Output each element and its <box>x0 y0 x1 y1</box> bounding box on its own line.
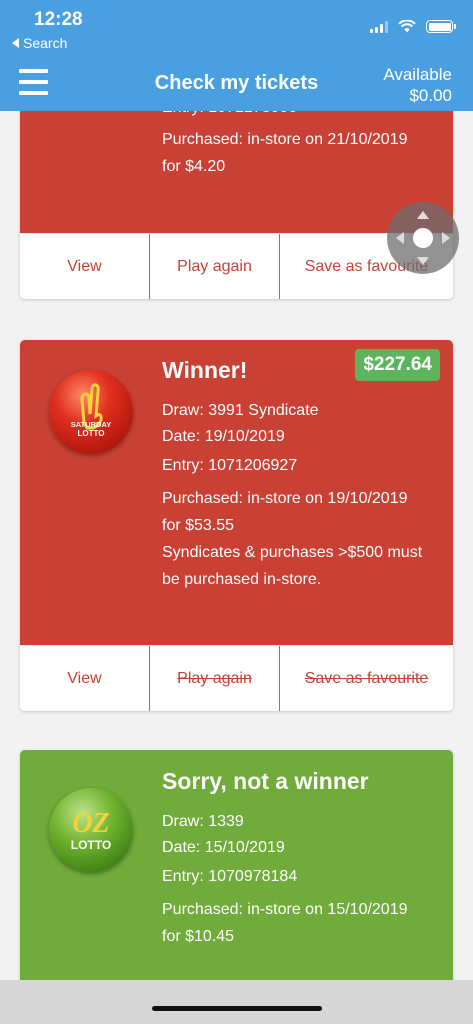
cellular-signal-icon <box>370 20 388 33</box>
ticket-purchased: Purchased: in-store on 19/10/2019 <box>162 490 408 507</box>
joystick-knob <box>413 228 433 248</box>
view-button[interactable]: View <box>20 646 149 711</box>
ticket-entry: Entry: 1070978184 <box>162 868 298 885</box>
logo-line-2: LOTTO <box>77 429 105 438</box>
ticket-draw: Draw: 3991 Syndicate <box>162 402 319 419</box>
account-balance[interactable]: Available $0.00 <box>383 64 452 106</box>
status-icons <box>370 20 456 33</box>
saturday-lotto-logo: SATURDAY LOTTO <box>49 370 133 454</box>
ticket-actions: View Play again Save as favourite <box>20 645 453 711</box>
ticket-note: Syndicates & purchases >$500 must be pur… <box>162 544 423 588</box>
crossed-fingers-icon <box>80 383 103 430</box>
play-again-button[interactable]: Play again <box>149 234 279 299</box>
ticket-result-title: Sorry, not a winner <box>162 768 369 794</box>
ticket-card: OZ LOTTO Sorry, not a winner Draw: 1339 … <box>20 750 453 990</box>
ticket-date: Date: 15/10/2019 <box>162 839 285 856</box>
assistive-touch-icon[interactable] <box>387 202 459 274</box>
ticket-date: Date: 19/10/2019 <box>162 428 285 445</box>
ticket-price: for $10.45 <box>162 928 235 945</box>
balance-label: Available <box>383 65 452 84</box>
status-time: 12:28 <box>34 9 83 30</box>
ticket-entry: Entry: 1071206927 <box>162 457 298 474</box>
oz-lotto-logo: OZ LOTTO <box>49 788 133 872</box>
save-favourite-button-disabled: Save as favourite <box>279 646 453 711</box>
arrow-up-icon <box>417 211 429 219</box>
ticket-purchased: Purchased: in-store on 15/10/2019 <box>162 901 408 918</box>
logo-line-2: LOTTO <box>70 838 112 852</box>
prize-badge: $227.64 <box>355 349 440 381</box>
logo-line-1: OZ <box>72 808 110 839</box>
ticket-price: for $4.20 <box>162 158 226 175</box>
back-arrow-icon <box>12 38 19 48</box>
play-again-button-disabled: Play again <box>149 646 279 711</box>
ticket-price: for $53.55 <box>162 517 235 534</box>
wifi-icon <box>398 20 416 33</box>
arrow-left-icon <box>396 232 404 244</box>
battery-icon <box>426 20 456 33</box>
view-button[interactable]: View <box>20 234 149 299</box>
arrow-down-icon <box>417 257 429 265</box>
ticket-result-title: Winner! <box>162 357 248 383</box>
balance-value: $0.00 <box>409 86 452 105</box>
ticket-draw: Draw: 1339 <box>162 813 244 830</box>
home-indicator[interactable] <box>152 1006 322 1011</box>
back-label: Search <box>23 35 68 51</box>
back-to-search-link[interactable]: Search <box>12 35 67 51</box>
logo-line-1: SATURDAY <box>70 420 112 429</box>
arrow-right-icon <box>442 232 450 244</box>
app-header: 12:28 Search Check my tickets Available … <box>0 0 473 111</box>
ticket-purchased: Purchased: in-store on 21/10/2019 <box>162 131 408 148</box>
home-bar-area <box>0 980 473 1024</box>
ticket-card: SATURDAY LOTTO Winner! $227.64 Draw: 399… <box>20 340 453 711</box>
